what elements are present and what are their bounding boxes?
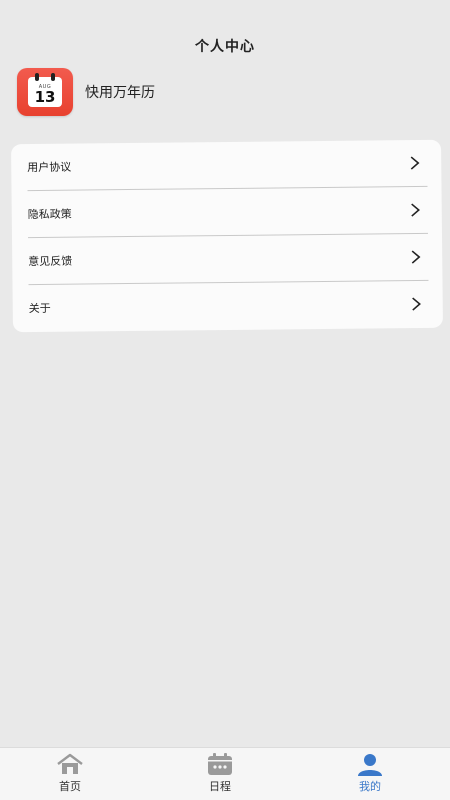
home-icon bbox=[56, 752, 84, 776]
menu-item-label: 关于 bbox=[28, 301, 51, 316]
bottom-tab-bar: 首页 日程 我的 bbox=[0, 747, 450, 800]
settings-menu: 用户协议 隐私政策 意见反馈 关于 bbox=[11, 139, 443, 333]
tab-label: 首页 bbox=[59, 780, 81, 793]
tab-home[interactable]: 首页 bbox=[30, 752, 110, 798]
app-icon-day: 13 bbox=[34, 88, 56, 106]
chevron-right-icon bbox=[407, 156, 421, 170]
chevron-right-icon bbox=[409, 297, 423, 311]
menu-item-label: 隐私政策 bbox=[27, 207, 72, 222]
tab-mine[interactable]: 我的 bbox=[330, 752, 410, 798]
chevron-right-icon bbox=[408, 203, 422, 217]
calendar-app-icon: AUG 13 bbox=[17, 68, 73, 116]
app-name: 快用万年历 bbox=[85, 85, 155, 101]
menu-item-about[interactable]: 关于 bbox=[29, 281, 429, 331]
tab-label: 日程 bbox=[209, 780, 231, 793]
tab-label: 我的 bbox=[359, 780, 381, 793]
menu-item-user-agreement[interactable]: 用户协议 bbox=[27, 139, 428, 192]
page-title: 个人中心 bbox=[195, 39, 255, 55]
menu-item-label: 意见反馈 bbox=[28, 254, 73, 269]
app-info: AUG 13 快用万年历 bbox=[17, 68, 155, 116]
chevron-right-icon bbox=[408, 250, 422, 264]
calendar-icon bbox=[206, 752, 234, 776]
menu-item-label: 用户协议 bbox=[27, 160, 72, 175]
user-icon bbox=[356, 752, 384, 776]
menu-item-feedback[interactable]: 意见反馈 bbox=[28, 233, 429, 286]
page-header: 个人中心 bbox=[0, 0, 450, 62]
tab-schedule[interactable]: 日程 bbox=[180, 752, 260, 798]
menu-item-privacy-policy[interactable]: 隐私政策 bbox=[27, 186, 428, 239]
